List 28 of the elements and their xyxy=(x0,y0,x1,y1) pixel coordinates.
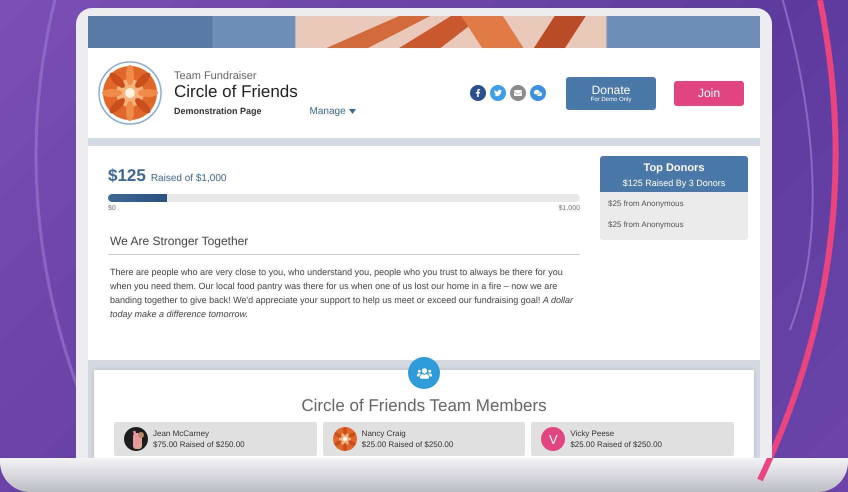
team-title: Circle of Friends Team Members xyxy=(301,396,547,416)
donor-entry: $25 from Anonymous xyxy=(607,219,685,231)
member-name: Vicky Peese xyxy=(570,429,616,438)
story-heading: We Are Stronger Together xyxy=(108,234,580,255)
goal-label: Raised of $1,000 xyxy=(150,173,226,184)
story-text: There are people who are very close to you, who understand you, people who you trust to always be there for you when you need them. Our local food pantry was there for us when one of us lost our home in a fire – now we are banding together to give back! We'd appreciate your support to help us meet or exceed our fundraising goal! A dollar today make a difference tomorrow. xyxy=(110,266,574,321)
page-subtitle: Demonstration Page xyxy=(174,106,262,116)
member-card[interactable]: V Vicky Peese $25.00 Raised of $250.00 xyxy=(531,422,734,456)
manage-link[interactable]: Manage xyxy=(310,106,346,116)
member-raised: $75.00 Raised of $250.00 xyxy=(153,440,245,449)
member-name: Nancy Craig xyxy=(362,429,407,438)
raised-amount: $125 xyxy=(108,166,146,186)
facebook-icon[interactable] xyxy=(470,85,486,101)
chat-icon[interactable] xyxy=(530,85,546,101)
member-card[interactable]: Nancy Craig $25.00 Raised of $250.00 xyxy=(322,422,526,456)
member-card[interactable]: Jean McCarney $75.00 Raised of $250.00 xyxy=(114,422,317,456)
donors-title: Top Donors xyxy=(644,162,704,174)
member-raised: $25.00 Raised of $250.00 xyxy=(570,440,662,449)
join-button[interactable]: Join xyxy=(674,80,744,106)
member-raised: $25.00 Raised of $250.00 xyxy=(362,440,454,449)
member-name: Jean McCarney xyxy=(153,429,210,438)
page-type-label: Team Fundraiser xyxy=(174,70,258,82)
caret-icon[interactable] xyxy=(348,108,356,114)
donor-entry: $25 from Anonymous xyxy=(607,198,685,210)
avatar: V xyxy=(541,427,566,451)
donors-summary: $125 Raised By 3 Donors xyxy=(622,178,726,188)
page-title: Circle of Friends xyxy=(174,82,299,102)
email-icon[interactable] xyxy=(510,85,526,101)
